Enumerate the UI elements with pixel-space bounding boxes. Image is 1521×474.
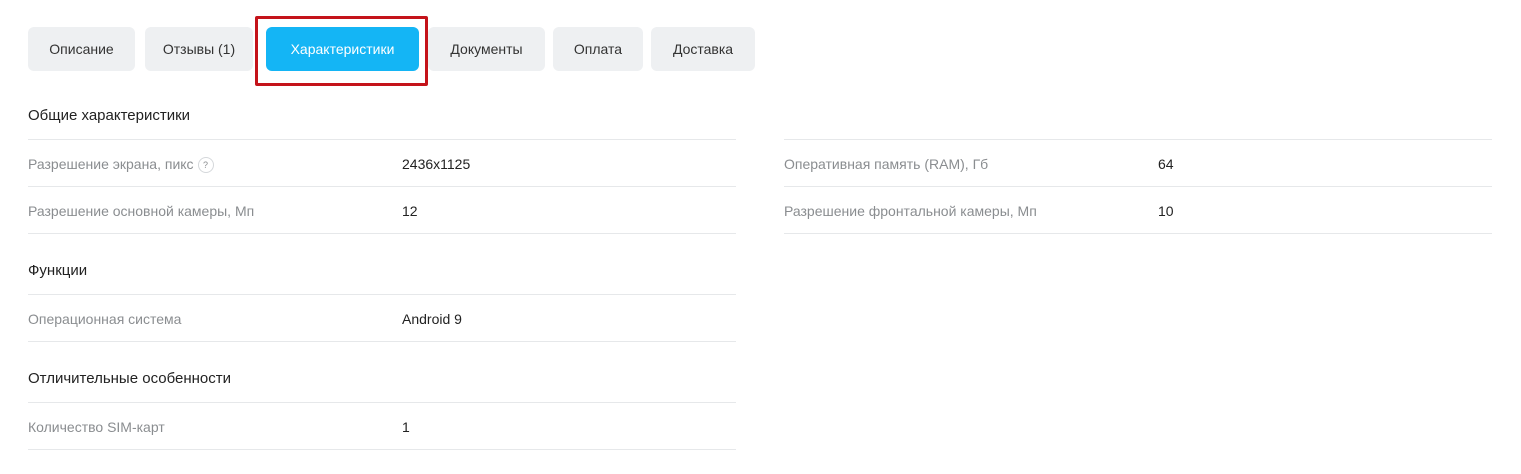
spec-label: Операционная система	[28, 311, 182, 327]
spec-label: Количество SIM-карт	[28, 419, 165, 435]
tab-description[interactable]: Описание	[28, 27, 135, 71]
spec-label: Разрешение основной камеры, Мп	[28, 203, 255, 219]
spec-value: 10	[1158, 203, 1174, 219]
spec-value: 1	[402, 419, 410, 435]
section-title-functions: Функции	[28, 262, 88, 279]
spec-row-ram: Оперативная память (RAM), Гб 64	[784, 140, 1492, 187]
section-title-features: Отличительные особенности	[28, 370, 231, 387]
spec-value: 64	[1158, 156, 1174, 172]
spec-value: 2436x1125	[402, 156, 471, 172]
tab-delivery[interactable]: Доставка	[651, 27, 755, 71]
spec-row-main-camera: Разрешение основной камеры, Мп 12	[28, 187, 736, 234]
spec-value: Android 9	[402, 311, 462, 327]
help-icon[interactable]: ?	[197, 157, 214, 173]
spec-label: Разрешение экрана, пикс	[28, 156, 194, 172]
spec-row-front-camera: Разрешение фронтальной камеры, Мп 10	[784, 187, 1492, 234]
section-title-general: Общие характеристики	[28, 107, 191, 124]
spec-label: Разрешение фронтальной камеры, Мп	[784, 203, 1037, 219]
spec-label: Оперативная память (RAM), Гб	[784, 156, 989, 172]
spec-value: 12	[402, 203, 418, 219]
tab-documents[interactable]: Документы	[428, 27, 545, 71]
spec-row-screen-resolution: Разрешение экрана, пикс? 2436x1125	[28, 140, 736, 187]
tab-reviews[interactable]: Отзывы (1)	[145, 27, 253, 71]
spec-row-os: Операционная система Android 9	[28, 295, 736, 342]
spec-row-sim-count: Количество SIM-карт 1	[28, 403, 736, 450]
tab-payment[interactable]: Оплата	[553, 27, 643, 71]
tab-specifications[interactable]: Характеристики	[266, 27, 419, 71]
